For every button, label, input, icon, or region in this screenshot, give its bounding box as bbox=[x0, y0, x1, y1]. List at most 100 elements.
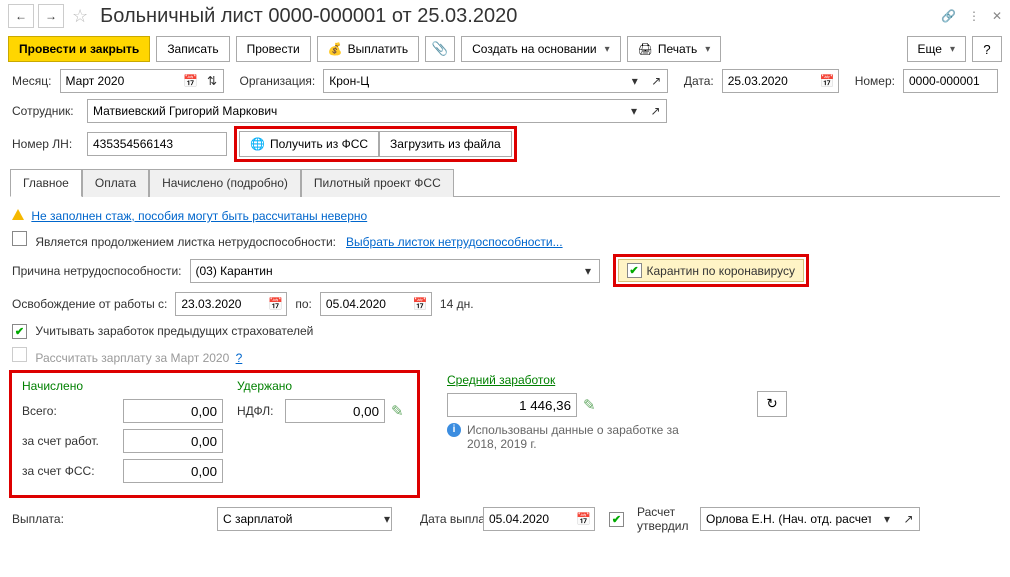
employee-label: Сотрудник: bbox=[12, 104, 79, 118]
select-sheet-link[interactable]: Выбрать листок нетрудоспособности... bbox=[346, 235, 563, 249]
question-icon: ? bbox=[983, 42, 990, 57]
employee-input[interactable] bbox=[87, 99, 623, 123]
calendar-icon: 📅 bbox=[820, 74, 835, 88]
printer-icon: 🖨 bbox=[638, 42, 653, 56]
edit-ndfl-icon[interactable]: ✎ bbox=[391, 402, 404, 420]
date-input[interactable] bbox=[722, 69, 817, 93]
nav-back-button[interactable] bbox=[8, 4, 34, 28]
open-icon: ↗ bbox=[650, 104, 660, 118]
fss-label: за счет ФСС: bbox=[22, 464, 117, 478]
tab-pilot[interactable]: Пилотный проект ФСС bbox=[301, 169, 454, 197]
tenure-warning-link[interactable]: Не заполнен стаж, пособия могут быть рас… bbox=[31, 209, 367, 223]
approver-dropdown-button[interactable]: ▾ bbox=[876, 507, 898, 531]
ln-label: Номер ЛН: bbox=[12, 137, 79, 151]
employee-dropdown-button[interactable]: ▾ bbox=[623, 99, 645, 123]
org-dropdown-button[interactable]: ▾ bbox=[624, 69, 646, 93]
ln-input[interactable] bbox=[87, 132, 227, 156]
total-input[interactable] bbox=[123, 399, 223, 423]
calendar-icon: 📅 bbox=[183, 74, 198, 88]
release-from-input[interactable] bbox=[175, 292, 265, 316]
avg-input[interactable] bbox=[447, 393, 577, 417]
calendar-icon: 📅 bbox=[576, 512, 591, 526]
reason-label: Причина нетрудоспособности: bbox=[12, 264, 182, 278]
warning-icon bbox=[12, 209, 24, 220]
date-label: Дата: bbox=[684, 74, 714, 88]
date-calendar-button[interactable]: 📅 bbox=[817, 69, 839, 93]
chevron-down-icon: ▾ bbox=[585, 264, 591, 278]
print-button[interactable]: 🖨 Печать bbox=[627, 36, 722, 62]
pay-button[interactable]: 💰 Выплатить bbox=[317, 36, 419, 62]
link-icon[interactable]: 🔗 bbox=[941, 9, 956, 23]
month-label: Месяц: bbox=[12, 74, 52, 88]
info-icon: i bbox=[447, 423, 461, 437]
create-based-on-button[interactable]: Создать на основании bbox=[461, 36, 621, 62]
employee-open-button[interactable]: ↗ bbox=[645, 99, 667, 123]
number-input[interactable] bbox=[903, 69, 998, 93]
release-from-calendar-button[interactable]: 📅 bbox=[265, 292, 287, 316]
payment-input[interactable] bbox=[217, 507, 383, 531]
is-continuation-checkbox[interactable] bbox=[12, 231, 27, 246]
to-label: по: bbox=[295, 297, 312, 311]
release-to-calendar-button[interactable]: 📅 bbox=[410, 292, 432, 316]
reason-dropdown-button[interactable]: ▾ bbox=[578, 259, 600, 283]
days-count: 14 дн. bbox=[440, 297, 474, 311]
info-text: Использованы данные о заработке за 2018,… bbox=[467, 423, 687, 451]
updown-icon: ⇅ bbox=[207, 74, 217, 88]
corona-checkbox[interactable] bbox=[627, 263, 642, 278]
favorite-star-icon[interactable]: ☆ bbox=[72, 6, 88, 27]
chevron-down-icon: ▾ bbox=[632, 74, 638, 88]
edit-avg-icon[interactable]: ✎ bbox=[583, 396, 596, 414]
ndfl-label: НДФЛ: bbox=[237, 404, 279, 418]
arrow-left-icon bbox=[15, 9, 27, 23]
emp-input[interactable] bbox=[123, 429, 223, 453]
paydate-input[interactable] bbox=[483, 507, 573, 531]
month-calendar-button[interactable]: 📅 bbox=[180, 69, 202, 93]
money-icon: 💰 bbox=[328, 42, 343, 56]
nav-forward-button[interactable] bbox=[38, 4, 64, 28]
tab-main[interactable]: Главное bbox=[10, 169, 82, 197]
approved-label: Расчет утвердил bbox=[637, 505, 692, 533]
payment-label: Выплата: bbox=[12, 512, 79, 526]
attach-button[interactable]: 📎 bbox=[425, 36, 455, 62]
reason-input[interactable] bbox=[190, 259, 578, 283]
tab-payment[interactable]: Оплата bbox=[82, 169, 149, 197]
fss-input[interactable] bbox=[123, 459, 223, 483]
is-continuation-label: Является продолжением листка нетрудоспос… bbox=[35, 235, 336, 249]
prev-insurers-checkbox[interactable] bbox=[12, 324, 27, 339]
approver-open-button[interactable]: ↗ bbox=[898, 507, 920, 531]
month-stepper[interactable]: ⇅ bbox=[202, 69, 224, 93]
calc-salary-help[interactable]: ? bbox=[236, 351, 243, 365]
open-icon: ↗ bbox=[651, 74, 661, 88]
approver-input[interactable] bbox=[700, 507, 876, 531]
post-button[interactable]: Провести bbox=[236, 36, 311, 62]
prev-insurers-label: Учитывать заработок предыдущих страховат… bbox=[35, 324, 313, 338]
get-from-fss-button[interactable]: 🌐Получить из ФСС bbox=[239, 131, 379, 157]
chevron-down-icon: ▾ bbox=[884, 512, 890, 526]
kebab-menu-icon[interactable]: ⋮ bbox=[968, 9, 980, 23]
help-button[interactable]: ? bbox=[972, 36, 1002, 62]
refresh-button[interactable]: ↻ bbox=[757, 391, 787, 417]
refresh-icon: ↻ bbox=[766, 396, 777, 412]
tab-accrued[interactable]: Начислено (подробно) bbox=[149, 169, 301, 197]
release-to-input[interactable] bbox=[320, 292, 410, 316]
calc-salary-checkbox bbox=[12, 347, 27, 362]
save-button[interactable]: Записать bbox=[156, 36, 229, 62]
number-label: Номер: bbox=[855, 74, 895, 88]
org-open-button[interactable]: ↗ bbox=[646, 69, 668, 93]
load-from-file-button[interactable]: Загрузить из файла bbox=[379, 131, 512, 157]
paydate-calendar-button[interactable]: 📅 bbox=[573, 507, 595, 531]
open-icon: ↗ bbox=[903, 512, 913, 526]
chevron-down-icon: ▾ bbox=[384, 512, 390, 526]
avg-earnings-link[interactable]: Средний заработок bbox=[447, 373, 727, 387]
payment-dropdown-button[interactable]: ▾ bbox=[383, 507, 392, 531]
approved-checkbox[interactable] bbox=[609, 512, 624, 527]
more-button[interactable]: Еще bbox=[907, 36, 966, 62]
ndfl-input[interactable] bbox=[285, 399, 385, 423]
month-input[interactable] bbox=[60, 69, 180, 93]
org-input[interactable] bbox=[323, 69, 624, 93]
post-and-close-button[interactable]: Провести и закрыть bbox=[8, 36, 150, 62]
close-icon[interactable]: ✕ bbox=[992, 9, 1002, 23]
total-label: Всего: bbox=[22, 404, 117, 418]
calc-salary-label: Рассчитать зарплату за Март 2020 bbox=[35, 351, 229, 365]
chevron-down-icon: ▾ bbox=[631, 104, 637, 118]
